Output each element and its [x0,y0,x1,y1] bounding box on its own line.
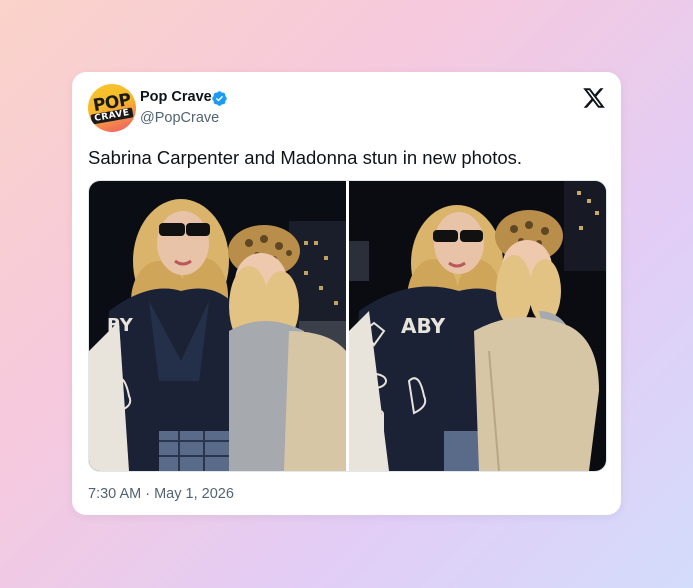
author-handle[interactable]: @PopCrave [140,110,219,126]
photo-2[interactable]: ABY [349,181,606,471]
avatar[interactable]: POP CRAVE [88,84,136,132]
author-name[interactable]: Pop Crave [140,89,212,105]
svg-text:BY: BY [107,315,134,336]
tweet-card: POP CRAVE Pop Crave @PopCrave Sabrina Ca… [72,72,621,515]
svg-text:ABY: ABY [401,314,446,338]
verified-badge-icon [212,91,227,106]
tweet-text: Sabrina Carpenter and Madonna stun in ne… [88,147,523,168]
x-logo-icon[interactable] [582,86,606,110]
tweet-timestamp[interactable]: 7:30 AM · May 1, 2026 [88,486,234,502]
photo-1[interactable]: BY [89,181,346,471]
media-grid: BY ABY [88,180,607,472]
